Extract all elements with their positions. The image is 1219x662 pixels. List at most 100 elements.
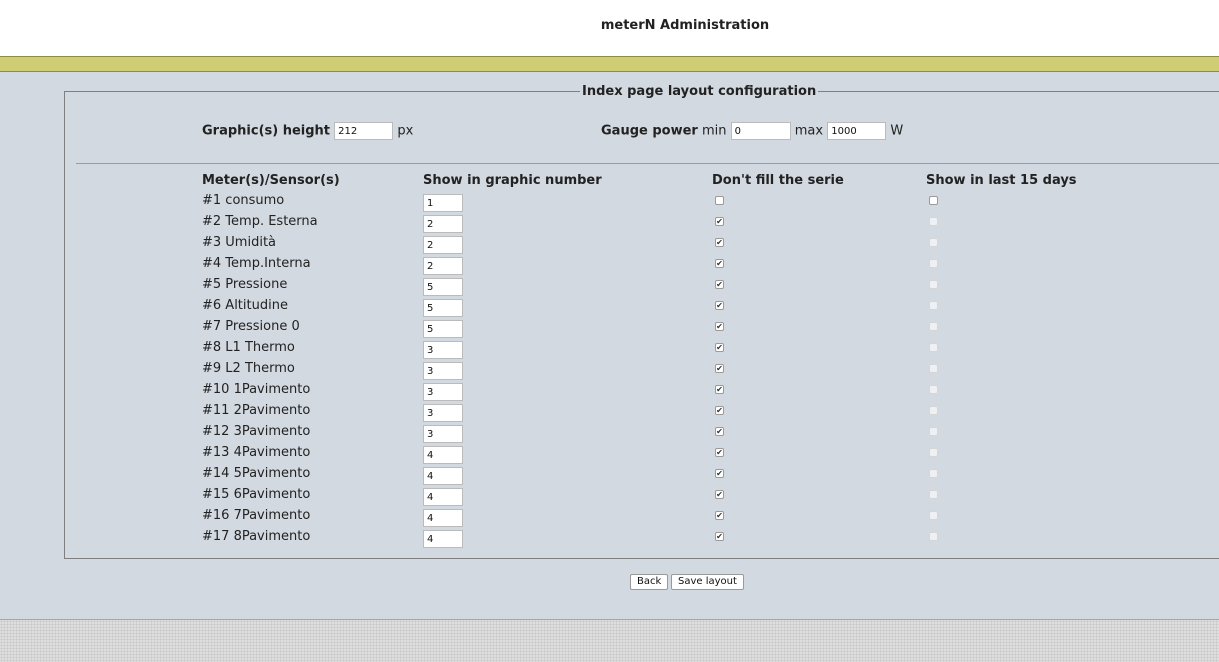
table-row: #10 1Pavimento ✔ (0, 382, 1219, 403)
no-fill-checkbox[interactable]: ✔ (715, 322, 724, 331)
check-icon: ✔ (716, 532, 723, 541)
graphic-number-input[interactable] (423, 488, 463, 506)
back-button[interactable]: Back (630, 574, 669, 590)
no-fill-checkbox[interactable]: ✔ (715, 343, 724, 352)
graphic-number-input[interactable] (423, 467, 463, 485)
table-row: #4 Temp.Interna ✔ (0, 256, 1219, 277)
table-row: #3 Umidità ✔ (0, 235, 1219, 256)
graphic-number-input[interactable] (423, 425, 463, 443)
no-fill-checkbox[interactable]: ✔ (715, 490, 724, 499)
check-icon: ✔ (716, 385, 723, 394)
last15-checkbox (929, 280, 938, 289)
table-row: #16 7Pavimento ✔ (0, 508, 1219, 529)
no-fill-checkbox[interactable]: ✔ (715, 385, 724, 394)
table-row: #17 8Pavimento ✔ (0, 529, 1219, 550)
last15-checkbox[interactable] (929, 196, 938, 205)
no-fill-checkbox[interactable]: ✔ (715, 364, 724, 373)
no-fill-checkbox[interactable]: ✔ (715, 469, 724, 478)
table-row: #7 Pressione 0 ✔ (0, 319, 1219, 340)
meter-name: #13 4Pavimento (202, 445, 311, 460)
last15-checkbox (929, 301, 938, 310)
no-fill-checkbox[interactable] (715, 196, 724, 205)
no-fill-checkbox[interactable]: ✔ (715, 532, 724, 541)
meter-name: #8 L1 Thermo (202, 340, 295, 355)
graphic-number-input[interactable] (423, 341, 463, 359)
no-fill-checkbox[interactable]: ✔ (715, 448, 724, 457)
graphic-number-input[interactable] (423, 383, 463, 401)
meter-name: #14 5Pavimento (202, 466, 311, 481)
table-row: #6 Altitudine ✔ (0, 298, 1219, 319)
no-fill-checkbox[interactable]: ✔ (715, 406, 724, 415)
check-icon: ✔ (716, 280, 723, 289)
last15-checkbox (929, 427, 938, 436)
graphic-number-input[interactable] (423, 362, 463, 380)
check-icon: ✔ (716, 427, 723, 436)
last15-checkbox (929, 259, 938, 268)
table-row: #5 Pressione ✔ (0, 277, 1219, 298)
col-header-meters: Meter(s)/Sensor(s) (202, 173, 340, 188)
check-icon: ✔ (716, 469, 723, 478)
gauge-power-label: Gauge power (601, 123, 698, 139)
graphic-number-input[interactable] (423, 236, 463, 254)
table-row: #1 consumo (0, 193, 1219, 214)
section-divider (76, 163, 1219, 164)
graphic-number-input[interactable] (423, 509, 463, 527)
graphic-number-input[interactable] (423, 446, 463, 464)
meter-name: #7 Pressione 0 (202, 319, 300, 334)
last15-checkbox (929, 322, 938, 331)
meter-name: #12 3Pavimento (202, 424, 311, 439)
check-icon: ✔ (716, 217, 723, 226)
check-icon: ✔ (716, 490, 723, 499)
footer (0, 619, 1219, 662)
config-legend: Index page layout configuration (582, 84, 817, 99)
graphic-height-unit: px (397, 123, 414, 139)
graphic-number-input[interactable] (423, 299, 463, 317)
no-fill-checkbox[interactable]: ✔ (715, 280, 724, 289)
check-icon: ✔ (716, 511, 723, 520)
last15-checkbox (929, 448, 938, 457)
meter-name: #5 Pressione (202, 277, 288, 292)
gauge-max-label: max (794, 123, 824, 139)
no-fill-checkbox[interactable]: ✔ (715, 301, 724, 310)
no-fill-checkbox[interactable]: ✔ (715, 427, 724, 436)
last15-checkbox (929, 385, 938, 394)
check-icon: ✔ (716, 448, 723, 457)
graphic-number-input[interactable] (423, 320, 463, 338)
graphic-number-input[interactable] (423, 194, 463, 212)
meter-name: #2 Temp. Esterna (202, 214, 318, 229)
col-header-last15: Show in last 15 days (926, 173, 1077, 188)
save-layout-button[interactable]: Save layout (671, 574, 744, 590)
graphic-number-input[interactable] (423, 215, 463, 233)
meter-name: #6 Altitudine (202, 298, 288, 313)
last15-checkbox (929, 217, 938, 226)
check-icon: ✔ (716, 364, 723, 373)
meter-name: #4 Temp.Interna (202, 256, 311, 271)
no-fill-checkbox[interactable]: ✔ (715, 511, 724, 520)
graphic-height-input[interactable] (334, 122, 394, 140)
check-icon: ✔ (716, 301, 723, 310)
check-icon: ✔ (716, 238, 723, 247)
table-row: #15 6Pavimento ✔ (0, 487, 1219, 508)
last15-checkbox (929, 343, 938, 352)
meter-name: #9 L2 Thermo (202, 361, 295, 376)
last15-checkbox (929, 469, 938, 478)
no-fill-checkbox[interactable]: ✔ (715, 238, 724, 247)
no-fill-checkbox[interactable]: ✔ (715, 217, 724, 226)
gauge-max-input[interactable] (827, 122, 887, 140)
table-row: #11 2Pavimento ✔ (0, 403, 1219, 424)
gauge-min-input[interactable] (730, 122, 791, 140)
gauge-power-group: Gauge power min max W (601, 122, 903, 140)
accent-bar (0, 56, 1219, 72)
graphic-number-input[interactable] (423, 530, 463, 548)
header: meterN Administration (0, 0, 1219, 56)
last15-checkbox (929, 511, 938, 520)
no-fill-checkbox[interactable]: ✔ (715, 259, 724, 268)
check-icon: ✔ (716, 322, 723, 331)
check-icon: ✔ (716, 406, 723, 415)
graphic-height-label: Graphic(s) height (202, 123, 331, 139)
graphic-number-input[interactable] (423, 278, 463, 296)
graphic-number-input[interactable] (423, 257, 463, 275)
graphic-number-input[interactable] (423, 404, 463, 422)
meter-name: #17 8Pavimento (202, 529, 311, 544)
meter-name: #11 2Pavimento (202, 403, 311, 418)
